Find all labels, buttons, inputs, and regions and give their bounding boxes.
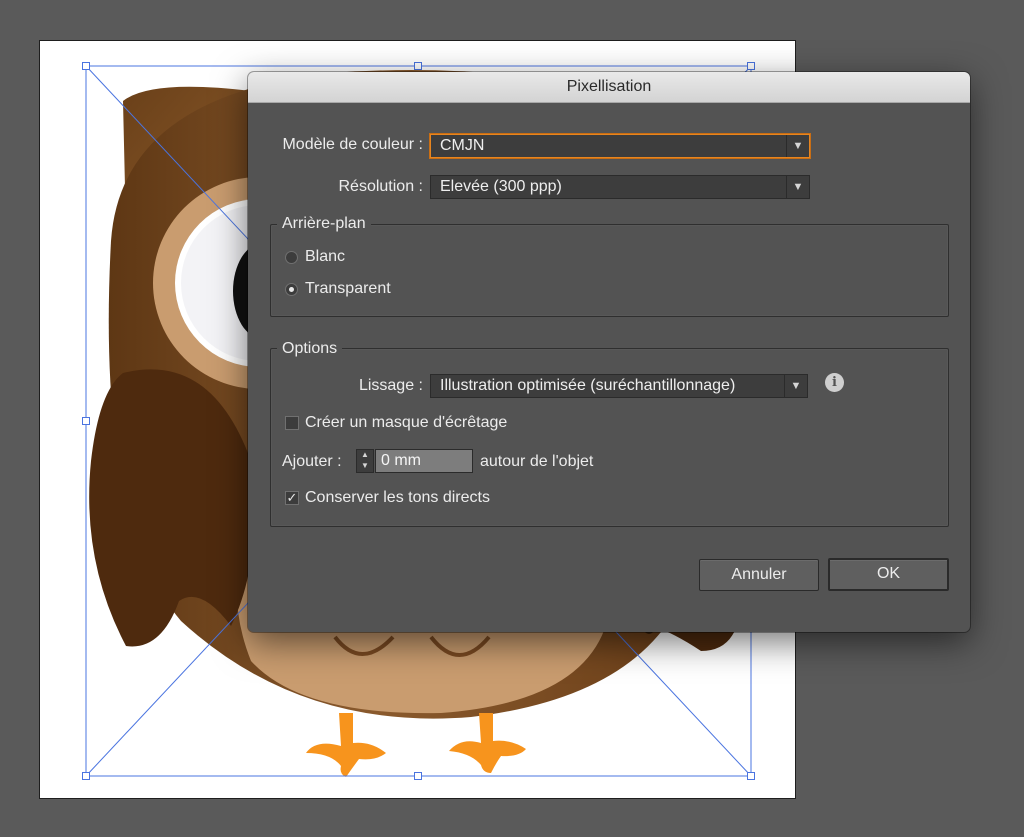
add-amount-input[interactable] xyxy=(375,449,473,473)
background-group xyxy=(270,224,949,317)
background-group-title: Arrière-plan xyxy=(277,215,371,233)
background-transparent-label[interactable]: Transparent xyxy=(305,280,391,298)
color-model-value: CMJN xyxy=(440,137,485,154)
dialog-title: Pixellisation xyxy=(248,72,970,103)
resolution-label: Résolution : xyxy=(338,178,424,195)
color-model-label: Modèle de couleur : xyxy=(282,136,423,153)
clipping-mask-label[interactable]: Créer un masque d'écrêtage xyxy=(305,414,507,432)
preserve-spot-colors-label[interactable]: Conserver les tons directs xyxy=(305,489,490,507)
check-mark-icon: ✓ xyxy=(286,490,298,505)
chevron-down-icon: ▼ xyxy=(786,135,809,157)
preserve-spot-colors-checkbox[interactable]: ✓ xyxy=(285,491,299,505)
cancel-button[interactable]: Annuler xyxy=(699,559,819,591)
options-group-title: Options xyxy=(277,340,343,358)
add-label: Ajouter : xyxy=(282,453,342,470)
antialiasing-label: Lissage : xyxy=(358,377,423,394)
add-stepper[interactable]: ▲ ▼ xyxy=(356,449,374,473)
ok-button[interactable]: OK xyxy=(828,558,949,591)
background-transparent-radio[interactable] xyxy=(285,283,298,296)
resolution-value: Elevée (300 ppp) xyxy=(440,178,562,195)
rasterize-dialog: Pixellisation Modèle de couleur : CMJN ▼… xyxy=(248,72,970,632)
clipping-mask-checkbox[interactable] xyxy=(285,416,299,430)
antialiasing-value: Illustration optimisée (suréchantillonna… xyxy=(440,377,736,394)
info-icon[interactable]: i xyxy=(825,373,844,392)
chevron-down-icon: ▼ xyxy=(786,176,809,198)
chevron-down-icon: ▼ xyxy=(784,375,807,397)
resolution-dropdown[interactable]: Elevée (300 ppp) ▼ xyxy=(430,175,810,199)
stepper-down-icon[interactable]: ▼ xyxy=(357,461,373,472)
stepper-up-icon[interactable]: ▲ xyxy=(357,450,373,461)
background-white-label[interactable]: Blanc xyxy=(305,248,345,266)
background-white-radio[interactable] xyxy=(285,251,298,264)
antialiasing-dropdown[interactable]: Illustration optimisée (suréchantillonna… xyxy=(430,374,808,398)
add-suffix-label: autour de l'objet xyxy=(480,453,594,470)
color-model-dropdown[interactable]: CMJN ▼ xyxy=(430,134,810,158)
